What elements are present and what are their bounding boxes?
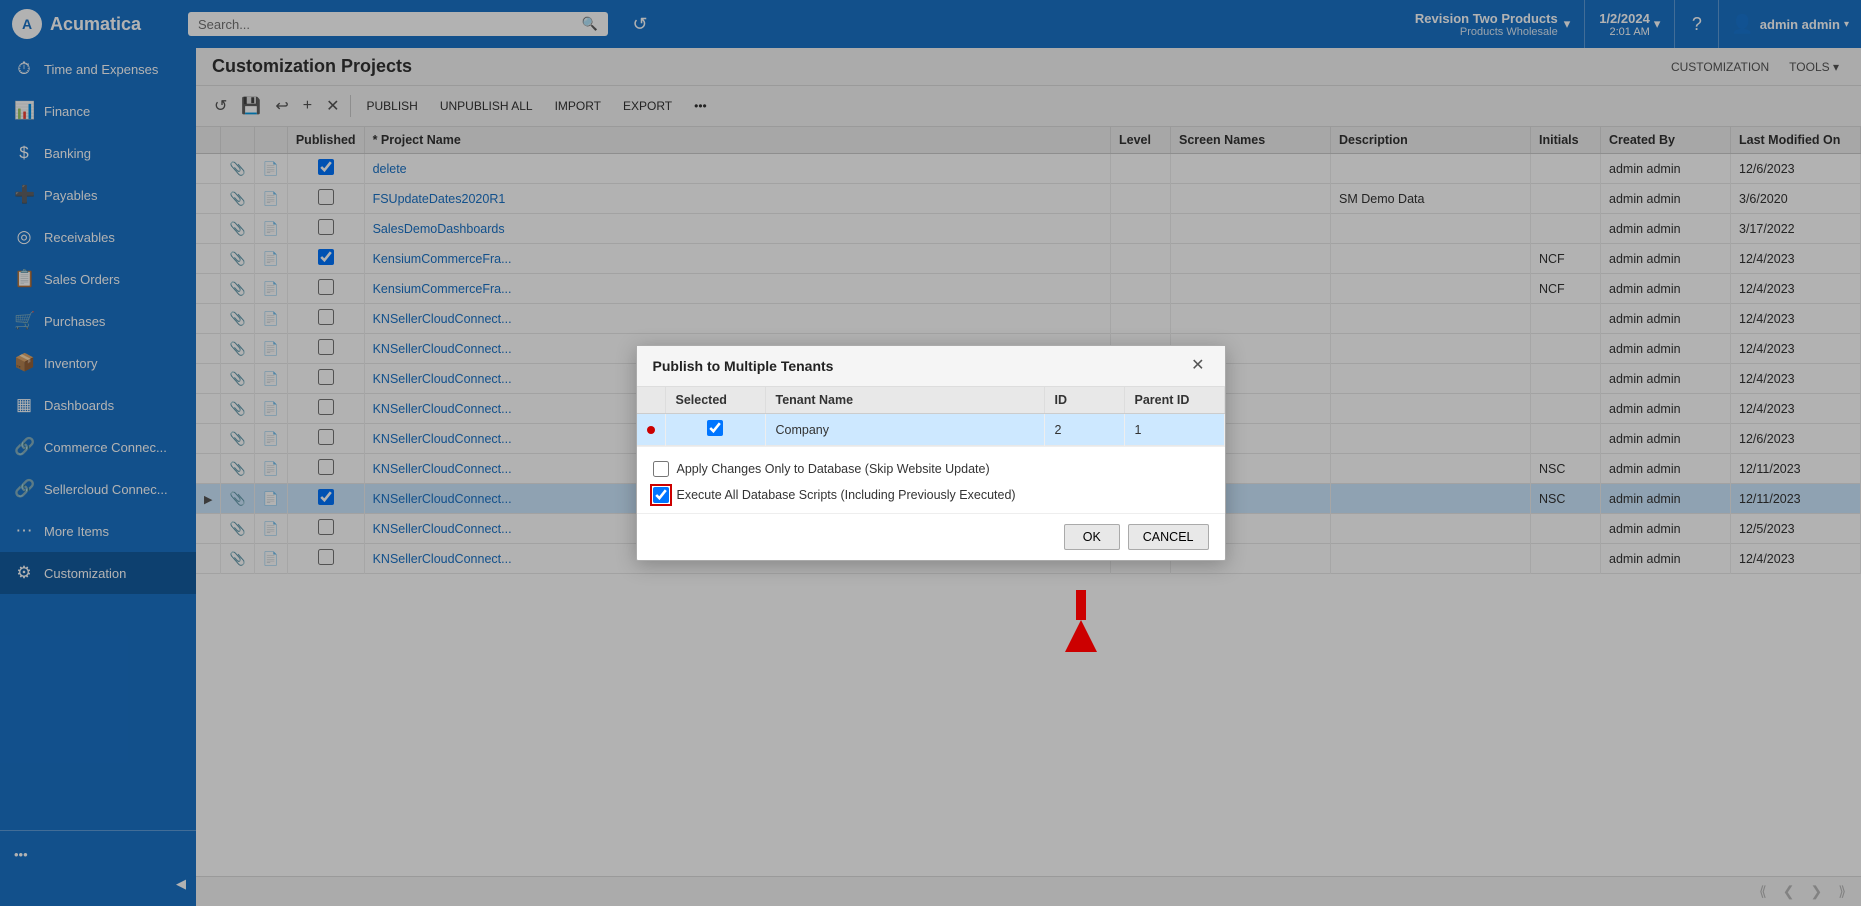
modal-header: Publish to Multiple Tenants ✕ xyxy=(637,346,1225,387)
modal-table-container: Selected Tenant Name ID Parent ID Compan… xyxy=(637,387,1225,446)
tenant-selected-checkbox[interactable] xyxy=(707,420,723,436)
option2-row: Execute All Database Scripts (Including … xyxy=(653,487,1209,503)
option1-label[interactable]: Apply Changes Only to Database (Skip Web… xyxy=(677,462,990,476)
col-indicator xyxy=(637,387,666,414)
tenant-selected-cell xyxy=(665,414,765,446)
active-dot xyxy=(647,426,655,434)
tenant-name-cell: Company xyxy=(765,414,1044,446)
publish-modal: Publish to Multiple Tenants ✕ Selected T… xyxy=(636,345,1226,561)
option1-row: Apply Changes Only to Database (Skip Web… xyxy=(653,461,1209,477)
tenant-parent-id-cell: 1 xyxy=(1124,414,1224,446)
modal-close-btn[interactable]: ✕ xyxy=(1187,356,1208,376)
tenants-body: Company 2 1 xyxy=(637,414,1225,446)
modal-footer: OK CANCEL xyxy=(637,513,1225,560)
modal-title: Publish to Multiple Tenants xyxy=(653,358,834,374)
col-selected-header: Selected xyxy=(665,387,765,414)
tenants-table: Selected Tenant Name ID Parent ID Compan… xyxy=(637,387,1225,446)
ok-button[interactable]: OK xyxy=(1064,524,1120,550)
apply-db-only-checkbox[interactable] xyxy=(653,461,669,477)
modal-body: Selected Tenant Name ID Parent ID Compan… xyxy=(637,387,1225,513)
modal-overlay[interactable]: Publish to Multiple Tenants ✕ Selected T… xyxy=(0,0,1861,906)
tenant-row: Company 2 1 xyxy=(637,414,1225,446)
execute-all-scripts-checkbox[interactable] xyxy=(653,487,669,503)
col-parent-id-header: Parent ID xyxy=(1124,387,1224,414)
tenants-header-row: Selected Tenant Name ID Parent ID xyxy=(637,387,1225,414)
col-tenant-name-header: Tenant Name xyxy=(765,387,1044,414)
option2-label[interactable]: Execute All Database Scripts (Including … xyxy=(677,488,1016,502)
tenant-id-cell: 2 xyxy=(1044,414,1124,446)
col-id-header: ID xyxy=(1044,387,1124,414)
cancel-button[interactable]: CANCEL xyxy=(1128,524,1209,550)
row-indicator xyxy=(637,414,666,446)
modal-options: Apply Changes Only to Database (Skip Web… xyxy=(637,446,1225,513)
